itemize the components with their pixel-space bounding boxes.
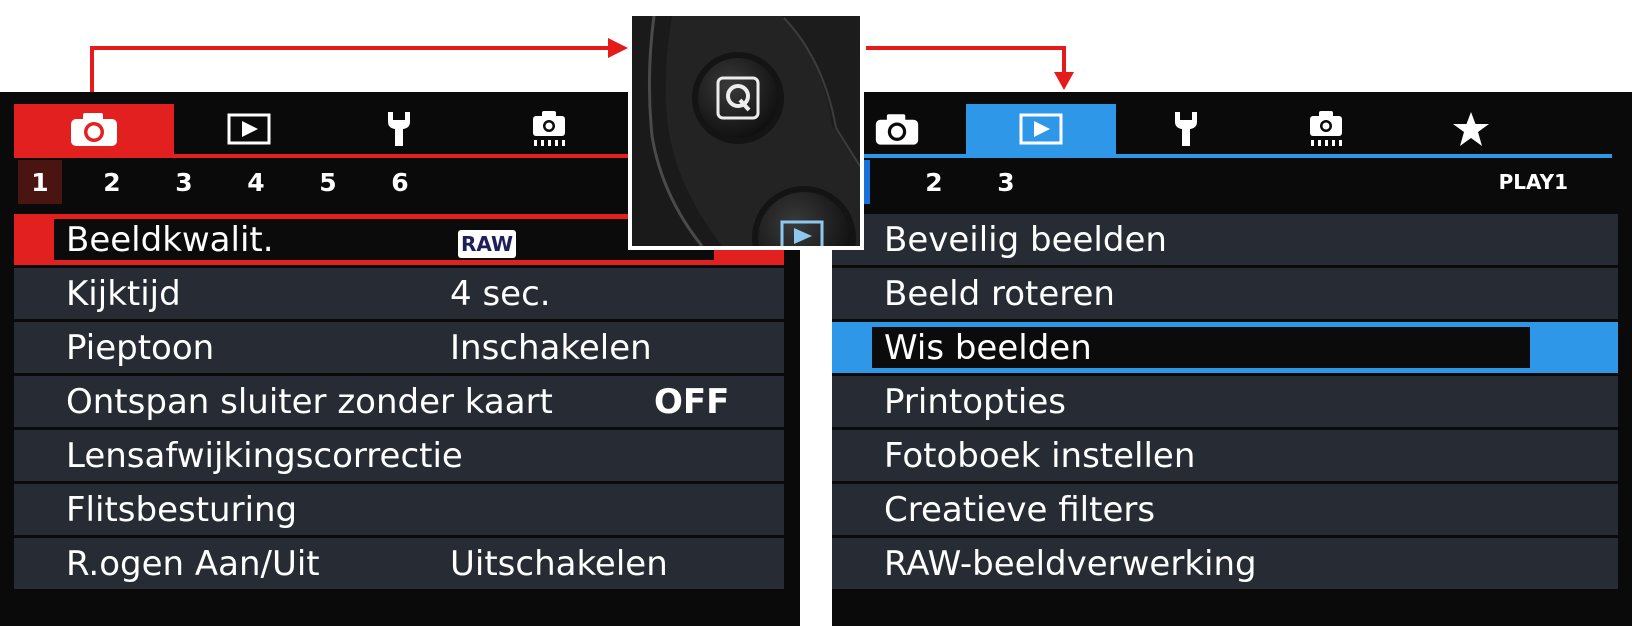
menu-item-label: Creatieve filters [884,489,1156,530]
wrench-icon [388,112,410,146]
menu-item-fotoboek[interactable]: Fotoboek instellen [832,430,1618,481]
menu-item-flitsbesturing[interactable]: Flitsbesturing [14,484,784,535]
camera-icon [875,114,919,145]
page-number-3[interactable]: 3 [984,160,1028,204]
arrow-head-right [608,38,628,58]
camera-icon [71,113,117,146]
page-id-label: PLAY1 [1498,170,1568,194]
right-tab-row [832,104,1632,154]
arrow-left-vertical [90,46,94,94]
menu-item-value: Inschakelen [450,327,652,368]
raw-badge: RAW [458,220,517,260]
tab-custom[interactable] [1256,104,1396,154]
menu-item-label: Pieptoon [66,327,215,368]
menu-item-label: Lensafwijkingscorrectie [66,435,463,476]
arrow-right-vertical [1062,46,1066,74]
menu-item-value: 4 sec. [450,273,551,314]
menu-item-printopties[interactable]: Printopties [832,376,1618,427]
menu-item-label: Kijktijd [66,273,181,314]
page-number-5[interactable]: 5 [306,160,350,204]
tab-custom[interactable] [474,104,624,154]
playback-icon [1019,113,1063,145]
camera-settings-icon [1310,111,1342,146]
page-number-4[interactable]: 4 [234,160,278,204]
menu-item-value: OFF [654,381,730,422]
menu-item-wis-beelden[interactable]: Wis beelden [832,322,1618,373]
menu-item-lensafwijkingscorrectie[interactable]: Lensafwijkingscorrectie [14,430,784,481]
menu-item-ontspan-sluiter[interactable]: Ontspan sluiter zonder kaart OFF [14,376,784,427]
menu-item-beeld-roteren[interactable]: Beeld roteren [832,268,1618,319]
menu-item-label: Ontspan sluiter zonder kaart [66,381,553,422]
camera-settings-icon [533,111,565,146]
page-number-6[interactable]: 6 [378,160,422,204]
menu-item-label: Beeldkwalit. [66,219,274,260]
menu-item-kijktijd[interactable]: Kijktijd 4 sec. [14,268,784,319]
right-camera-menu: 1 2 3 PLAY1 Beveilig beelden Beeld roter… [832,92,1632,626]
menu-item-creatieve-filters[interactable]: Creatieve filters [832,484,1618,535]
page-number-3[interactable]: 3 [162,160,206,204]
tab-playback[interactable] [966,104,1116,154]
arrow-right-horizontal [866,46,1066,50]
menu-item-value: Uitschakelen [450,543,668,584]
right-tab-underline [832,154,1612,158]
wrench-icon [1175,112,1197,146]
left-tab-underline [14,154,654,158]
page-number-1[interactable]: 1 [18,160,62,204]
menu-item-label: Beeld roteren [884,273,1115,314]
tab-setup[interactable] [324,104,474,154]
menu-item-label: Beveilig beelden [884,219,1167,260]
tab-my-menu[interactable] [1396,104,1546,154]
tab-playback[interactable] [174,104,324,154]
tab-shooting[interactable] [14,104,174,154]
page-number-2[interactable]: 2 [90,160,134,204]
menu-item-label: RAW-beeldverwerking [884,543,1257,584]
menu-item-label: Printopties [884,381,1067,422]
menu-item-label: R.ogen Aan/Uit [66,543,320,584]
menu-item-label: Wis beelden [884,327,1092,368]
arrow-head-down [1054,72,1074,90]
menu-item-pieptoon[interactable]: Pieptoon Inschakelen [14,322,784,373]
right-page-numbers: 1 2 3 PLAY1 [832,160,1632,204]
menu-item-beveilig-beelden[interactable]: Beveilig beelden [832,214,1618,265]
menu-item-label: Flitsbesturing [66,489,298,530]
camera-body-photo [632,16,860,246]
star-icon [1453,112,1489,146]
tab-setup[interactable] [1116,104,1256,154]
arrow-left-horizontal [90,46,610,50]
playback-icon [227,113,271,145]
menu-item-label: Fotoboek instellen [884,435,1196,476]
menu-item-rogen[interactable]: R.ogen Aan/Uit Uitschakelen [14,538,784,589]
camera-buttons-inset [628,12,864,250]
page-number-2[interactable]: 2 [912,160,956,204]
menu-item-raw-verwerking[interactable]: RAW-beeldverwerking [832,538,1618,589]
